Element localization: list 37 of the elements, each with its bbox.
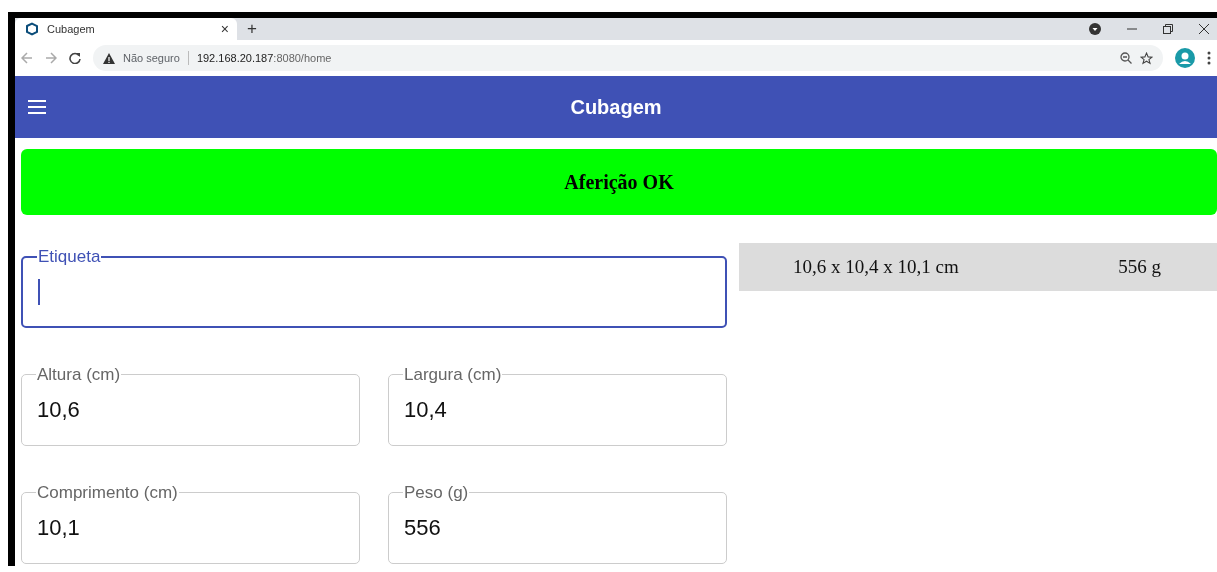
text-cursor: [38, 278, 40, 305]
field-value[interactable]: 10,4: [404, 397, 711, 423]
close-icon[interactable]: [1199, 24, 1209, 34]
zoom-out-icon[interactable]: [1120, 52, 1132, 64]
text-field[interactable]: Largura (cm) 10,4: [388, 366, 727, 446]
field-label: Comprimento (cm): [36, 484, 179, 501]
restore-icon[interactable]: [1163, 24, 1173, 34]
security-label: Não seguro: [123, 52, 180, 64]
field-label: Largura (cm): [403, 366, 503, 383]
field-label: Altura (cm): [36, 366, 122, 383]
weight-text: 556 g: [1118, 256, 1161, 278]
menu-icon[interactable]: [27, 99, 47, 115]
tab-close-button[interactable]: ×: [220, 21, 229, 37]
text-field[interactable]: Comprimento (cm) 10,1: [21, 484, 360, 564]
app-logo-icon: [25, 22, 39, 36]
url-path: :8080/home: [273, 52, 332, 64]
status-banner: Aferição OK: [21, 149, 1217, 215]
star-icon[interactable]: [1140, 51, 1153, 65]
text-field[interactable]: Altura (cm) 10,6: [21, 366, 360, 446]
dimensions-text: 10,6 x 10,4 x 10,1 cm: [793, 256, 960, 278]
field-label: Etiqueta: [37, 248, 102, 265]
tab-title[interactable]: Cubagem: [47, 23, 213, 35]
text-field[interactable]: Peso (g) 556: [388, 484, 727, 564]
profile-menu-icon[interactable]: [1089, 23, 1101, 35]
field-value[interactable]: 10,6: [37, 397, 344, 423]
reload-icon[interactable]: [69, 52, 81, 64]
text-field[interactable]: Etiqueta: [21, 248, 727, 328]
address-bar[interactable]: Não seguro 192.168.20.187:8080/home: [93, 45, 1163, 71]
url-host: 192.168.20.187: [196, 52, 274, 64]
field-value[interactable]: 10,1: [37, 515, 344, 541]
field-value[interactable]: 556: [404, 515, 711, 541]
field-label: Peso (g): [403, 484, 470, 501]
more-menu-icon[interactable]: [1207, 51, 1211, 65]
avatar-icon[interactable]: [1175, 48, 1195, 68]
warning-icon: [103, 52, 115, 64]
app-title: Cubagem: [569, 95, 663, 119]
new-tab-button[interactable]: +: [247, 19, 257, 39]
